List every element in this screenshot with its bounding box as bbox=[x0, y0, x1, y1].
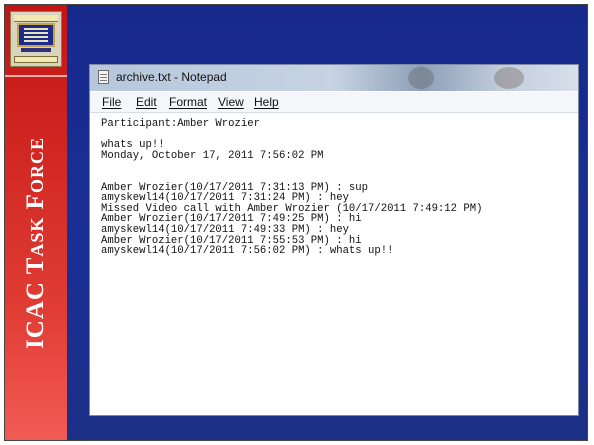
text-editor-area[interactable]: Participant:Amber Wrozier whats up!! Mon… bbox=[90, 113, 578, 415]
menu-view[interactable]: View bbox=[218, 95, 244, 109]
icac-logo bbox=[10, 11, 62, 67]
text-line bbox=[101, 161, 578, 172]
text-line: amyskewl14(10/17/2011 7:49:33 PM) : hey bbox=[101, 223, 349, 236]
slide: ICAC Task Force archive.txt - Notepad Fi… bbox=[4, 4, 588, 441]
menu-help[interactable]: Help bbox=[254, 95, 279, 109]
menu-file[interactable]: File bbox=[102, 95, 121, 109]
notepad-window[interactable]: archive.txt - Notepad File Edit Format V… bbox=[89, 64, 579, 416]
text-line bbox=[101, 172, 578, 183]
notepad-icon bbox=[98, 70, 109, 84]
menu-format[interactable]: Format bbox=[169, 95, 207, 109]
text-line: Participant:Amber Wrozier bbox=[101, 118, 260, 130]
sidebar: ICAC Task Force bbox=[5, 5, 67, 440]
text-line: amyskewl14(10/17/2011 7:56:02 PM) : what… bbox=[101, 245, 394, 258]
window-titlebar[interactable]: archive.txt - Notepad bbox=[90, 65, 578, 91]
menu-bar: File Edit Format View Help bbox=[90, 92, 578, 113]
window-title: archive.txt - Notepad bbox=[116, 70, 227, 84]
text-line: Monday, October 17, 2011 7:56:02 PM bbox=[101, 149, 324, 162]
text-line bbox=[101, 130, 578, 141]
menu-edit[interactable]: Edit bbox=[136, 95, 157, 109]
sidebar-title: ICAC Task Force bbox=[22, 137, 49, 349]
